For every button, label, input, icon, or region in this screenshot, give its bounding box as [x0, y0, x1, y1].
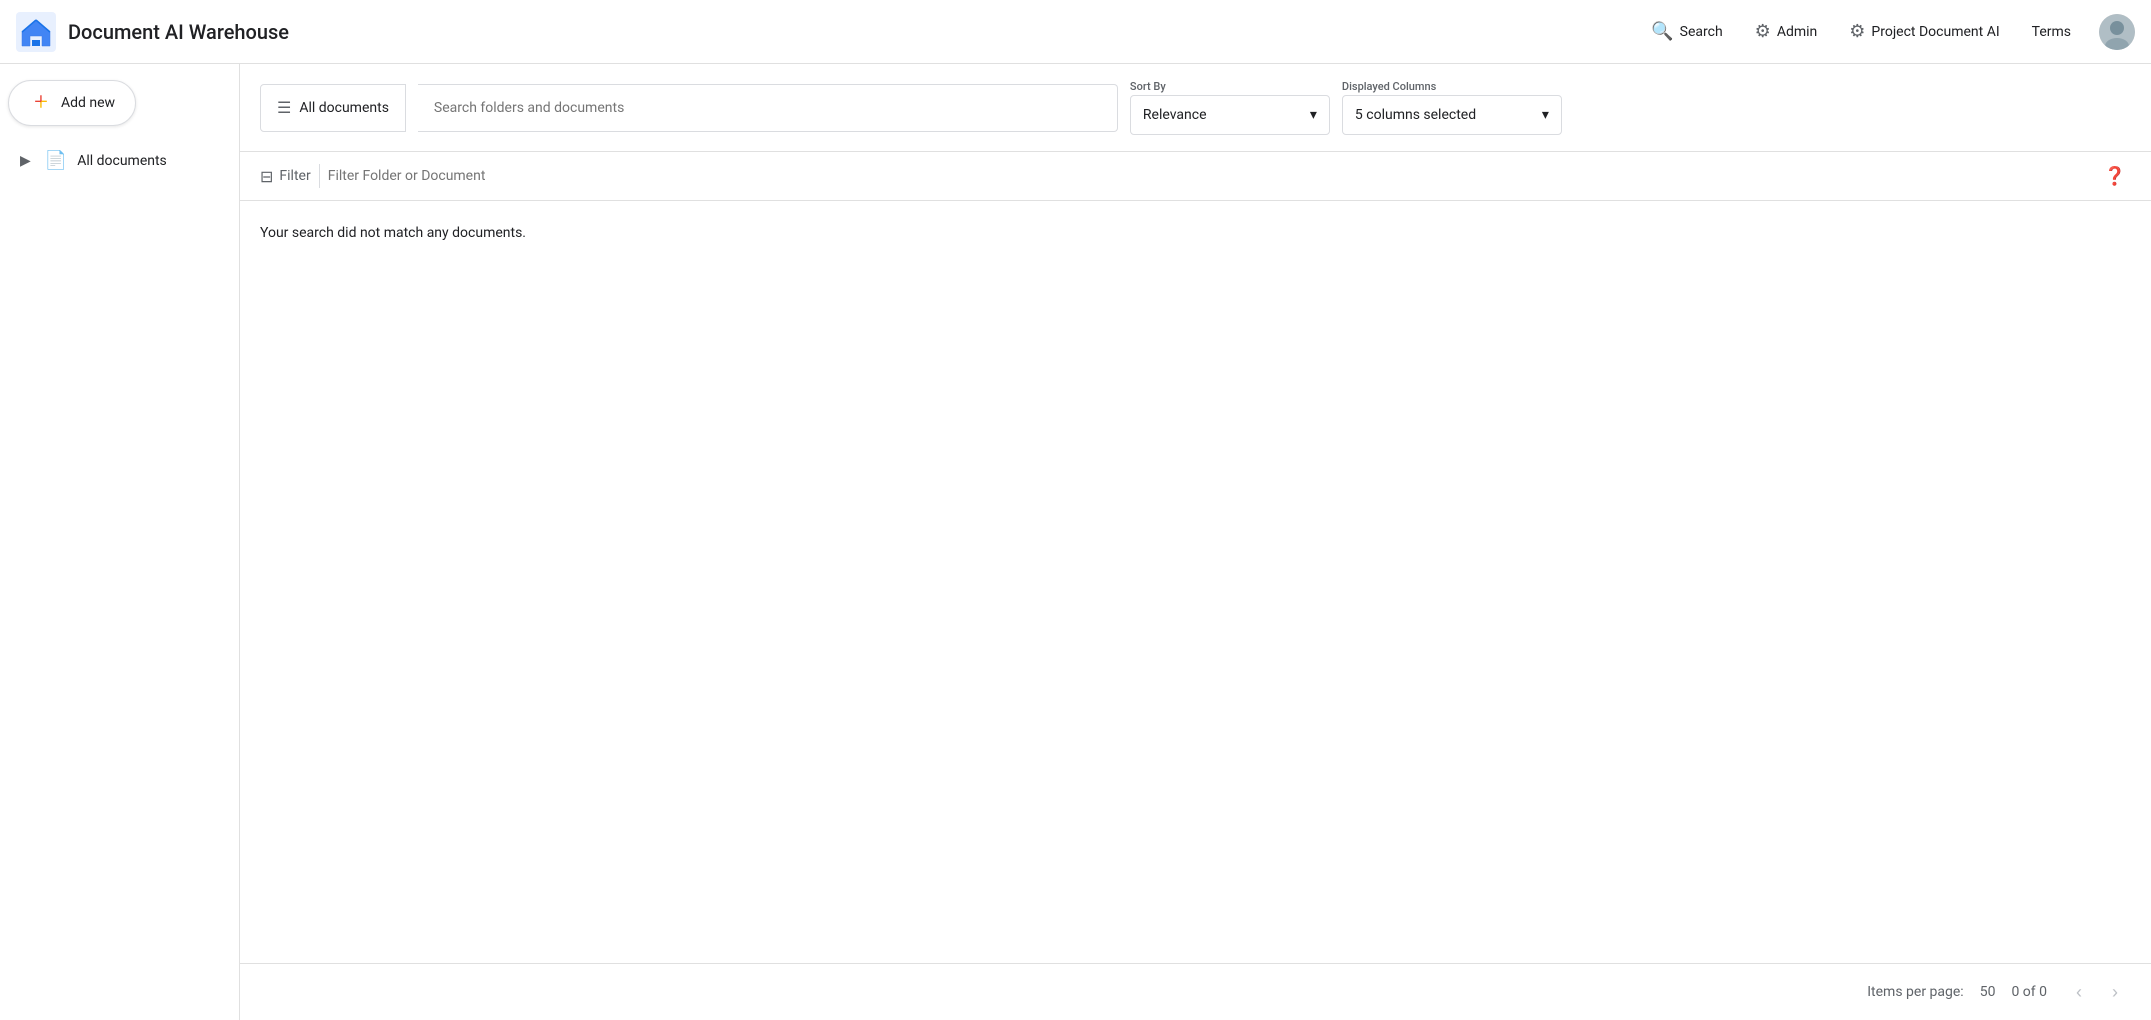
sort-by-select[interactable]: Relevance ▾ [1130, 95, 1330, 135]
filter-label: Filter [279, 168, 310, 184]
main-layout: Add new ▶ 📄 All documents ☰ All document… [0, 64, 2151, 1020]
search-bar-area: ☰ All documents Sort By Relevance ▾ Disp… [240, 64, 2151, 151]
filter-divider [319, 164, 320, 188]
sort-by-value: Relevance [1143, 107, 1207, 123]
search-nav-button[interactable]: 🔍 Search [1639, 13, 1734, 50]
terms-nav-label: Terms [2032, 24, 2071, 40]
pagination-bar: Items per page: 50 0 of 0 ‹ › [240, 963, 2151, 1020]
sidebar-item-all-documents[interactable]: ▶ 📄 All documents [8, 142, 231, 179]
chevron-right-icon: ▶ [20, 153, 31, 169]
displayed-columns-value: 5 columns selected [1355, 107, 1476, 123]
add-new-icon [29, 91, 53, 115]
search-input[interactable] [418, 84, 1118, 132]
admin-nav-button[interactable]: ⚙ Admin [1743, 13, 1830, 50]
filter-icon: ⊟ [260, 167, 273, 186]
search-nav-icon: 🔍 [1651, 21, 1673, 42]
filter-button[interactable]: ⊟ Filter [260, 167, 311, 186]
pagination-navigation: ‹ › [2063, 976, 2131, 1008]
document-icon: 📄 [45, 150, 67, 171]
project-nav-icon: ⚙ [1849, 21, 1865, 42]
prev-page-button[interactable]: ‹ [2063, 976, 2095, 1008]
user-avatar[interactable] [2099, 14, 2135, 50]
next-page-button[interactable]: › [2099, 976, 2131, 1008]
help-icon: ❓ [2104, 166, 2126, 187]
admin-nav-label: Admin [1777, 24, 1817, 40]
sidebar-item-label: All documents [77, 153, 167, 169]
all-documents-btn-label: All documents [299, 100, 389, 116]
logo-area: Document AI Warehouse [16, 12, 289, 52]
sidebar: Add new ▶ 📄 All documents [0, 64, 240, 1020]
search-input-wrapper [418, 84, 1118, 132]
terms-nav-button[interactable]: Terms [2020, 16, 2083, 48]
project-nav-label: Project Document AI [1871, 24, 1999, 40]
app-logo-icon [16, 12, 56, 52]
displayed-columns-label: Displayed Columns [1342, 80, 1562, 93]
nav-items: 🔍 Search ⚙ Admin ⚙ Project Document AI T… [1639, 13, 2135, 50]
project-nav-button[interactable]: ⚙ Project Document AI [1837, 13, 2011, 50]
columns-area: Displayed Columns 5 columns selected ▾ [1342, 80, 1562, 135]
sort-by-label: Sort By [1130, 80, 1330, 93]
sort-by-dropdown-icon: ▾ [1310, 107, 1317, 123]
displayed-columns-dropdown-icon: ▾ [1542, 107, 1549, 123]
displayed-columns-select[interactable]: 5 columns selected ▾ [1342, 95, 1562, 135]
top-navigation: Document AI Warehouse 🔍 Search ⚙ Admin ⚙… [0, 0, 2151, 64]
all-documents-filter-button[interactable]: ☰ All documents [260, 84, 406, 132]
items-per-page-value: 50 [1980, 984, 1996, 1000]
add-new-button[interactable]: Add new [8, 80, 136, 126]
items-per-page-label: Items per page: [1867, 984, 1963, 1000]
filter-list-icon: ☰ [277, 98, 291, 117]
page-count: 0 of 0 [2011, 984, 2047, 1000]
search-nav-label: Search [1680, 24, 1723, 40]
content-area: ☰ All documents Sort By Relevance ▾ Disp… [240, 64, 2151, 1020]
sort-area: Sort By Relevance ▾ [1130, 80, 1330, 135]
filter-bar: ⊟ Filter ❓ [240, 151, 2151, 201]
empty-state: Your search did not match any documents. [240, 201, 2151, 963]
empty-state-message: Your search did not match any documents. [260, 225, 526, 241]
admin-nav-icon: ⚙ [1755, 21, 1771, 42]
add-new-label: Add new [61, 95, 115, 111]
filter-input[interactable] [328, 168, 2091, 184]
help-button[interactable]: ❓ [2099, 160, 2131, 192]
app-title: Document AI Warehouse [68, 20, 289, 44]
